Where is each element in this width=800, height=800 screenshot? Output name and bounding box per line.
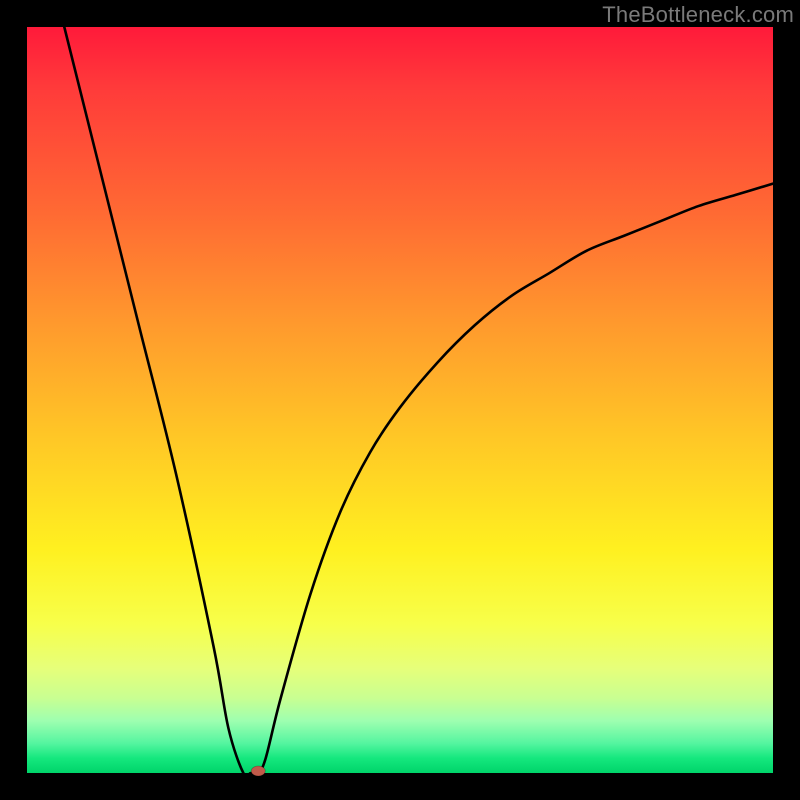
optimal-point-marker xyxy=(251,766,265,776)
bottleneck-curve xyxy=(64,27,773,776)
plot-area xyxy=(27,27,773,773)
chart-frame: TheBottleneck.com xyxy=(0,0,800,800)
curve-layer xyxy=(27,27,773,773)
watermark-label: TheBottleneck.com xyxy=(602,2,794,28)
